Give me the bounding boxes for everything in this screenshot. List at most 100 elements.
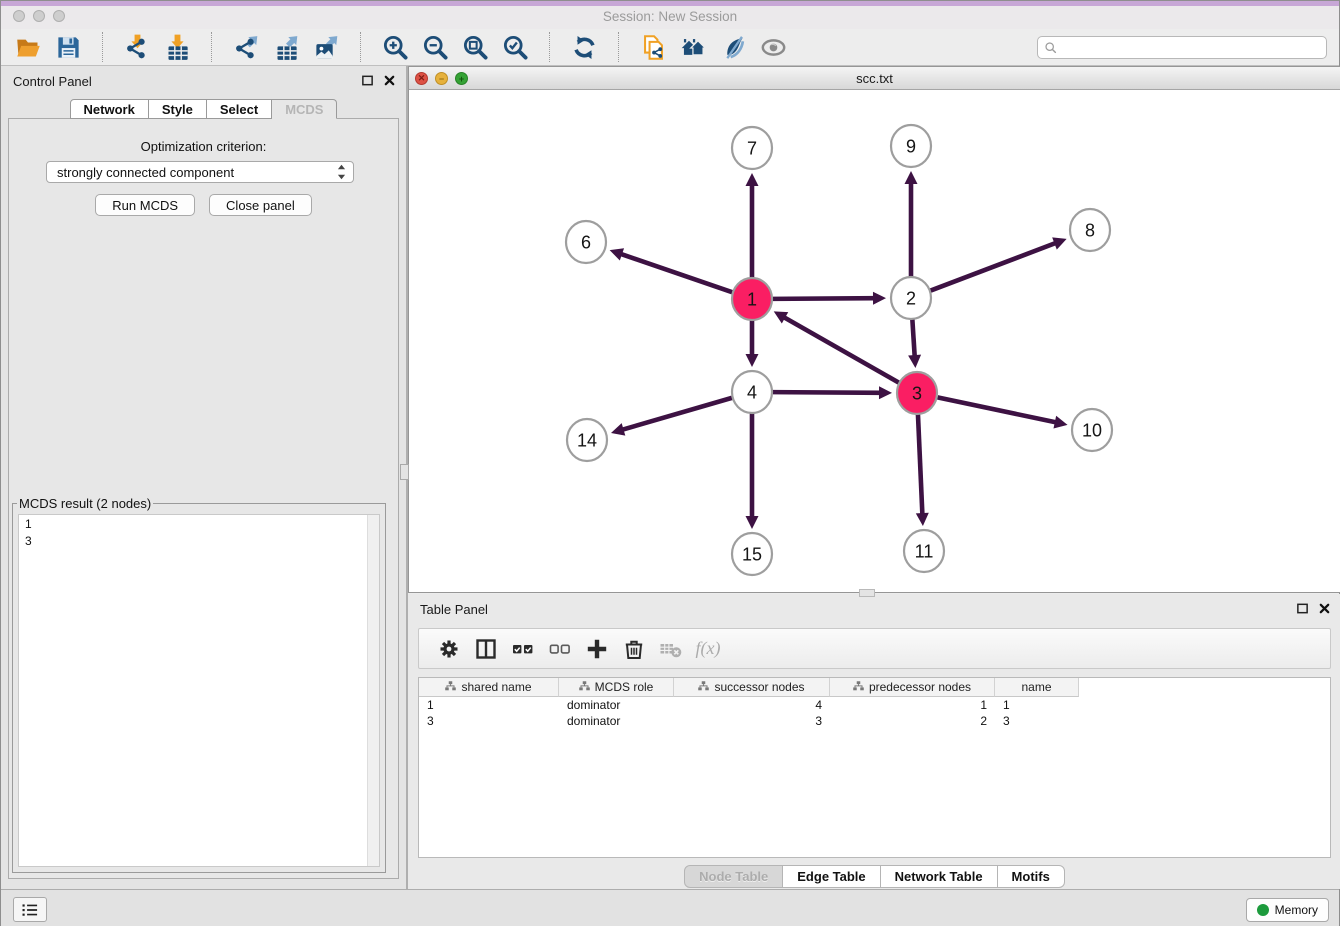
import-network-icon[interactable] [122,32,152,62]
search-box[interactable] [1037,36,1327,59]
gear-icon[interactable] [435,635,463,663]
edge-2-9[interactable] [905,171,918,277]
zoom-fit-icon[interactable] [460,32,490,62]
network-from-file-icon[interactable] [638,32,668,62]
deselect-all-checkboxes-icon[interactable] [546,635,574,663]
table-row[interactable]: 3dominator323 [419,713,1330,729]
node-1[interactable]: 1 [732,278,772,320]
hide-panels-icon[interactable] [758,32,788,62]
node-7[interactable]: 7 [732,127,772,169]
edge-1-6[interactable] [610,248,732,292]
export-table-icon[interactable] [271,32,301,62]
main-toolbar-groups [13,32,788,62]
table-cell[interactable]: 3 [419,714,559,728]
cyndex-icon[interactable] [718,32,748,62]
split-columns-icon[interactable] [472,635,500,663]
table-cell[interactable]: dominator [559,698,674,712]
node-9[interactable]: 9 [891,125,931,167]
close-panel-icon[interactable] [382,73,396,87]
zoom-in-icon[interactable] [380,32,410,62]
mcds-result-fieldset: MCDS result (2 nodes) 13 [12,496,386,873]
function-builder-icon: f(x) [694,635,722,663]
table-cell[interactable]: 4 [674,698,830,712]
zoom-out-icon[interactable] [420,32,450,62]
edge-4-14[interactable] [611,398,732,436]
toolbar-separator [549,32,550,62]
memory-button[interactable]: Memory [1246,898,1329,922]
tab-edge-table[interactable]: Edge Table [783,865,880,888]
close-panel-button[interactable]: Close panel [209,194,312,216]
node-2[interactable]: 2 [891,277,931,319]
node-10[interactable]: 10 [1072,409,1112,451]
tab-style[interactable]: Style [149,99,207,119]
edge-2-3[interactable] [908,319,921,368]
table-cell[interactable]: 3 [674,714,830,728]
toolbar-separator [211,32,212,62]
table-panel: Table Panel f(x) shared nameMCDS rolesuc… [408,594,1340,889]
edge-4-3[interactable] [773,386,892,399]
export-network-icon[interactable] [231,32,261,62]
home-icon[interactable] [678,32,708,62]
task-history-button[interactable] [13,897,47,922]
column-header-predecessor-nodes[interactable]: predecessor nodes [830,678,995,697]
add-column-icon[interactable] [583,635,611,663]
tab-node-table[interactable]: Node Table [684,865,783,888]
table-cell[interactable]: 2 [830,714,995,728]
network-canvas-svg[interactable]: 7 9 6 8 1 2 4 3 14 10 15 11 [409,90,1340,592]
table-cell[interactable]: 3 [995,714,1079,728]
edge-4-15[interactable] [746,413,759,529]
edge-1-7[interactable] [746,173,759,278]
tab-network[interactable]: Network [70,99,149,119]
node-15[interactable]: 15 [732,533,772,575]
import-table-icon[interactable] [162,32,192,62]
tab-motifs[interactable]: Motifs [998,865,1065,888]
export-image-icon[interactable] [311,32,341,62]
column-header-name[interactable]: name [995,678,1079,697]
mcds-result-box[interactable]: 13 [18,514,380,867]
network-window-title: scc.txt [409,71,1340,86]
refresh-network-icon[interactable] [569,32,599,62]
criterion-dropdown[interactable]: strongly connected component [46,161,354,183]
tab-network-table[interactable]: Network Table [881,865,998,888]
mcds-result-lines: 13 [19,515,367,866]
panel-splitter-vertical-handle[interactable] [400,464,409,480]
node-4[interactable]: 4 [732,371,772,413]
node-table: shared nameMCDS role successor nodes prede… [418,677,1331,858]
node-label: 9 [906,136,916,156]
node-14[interactable]: 14 [567,419,607,461]
edge-3-11[interactable] [916,414,929,526]
column-header-shared-name[interactable]: shared name [419,678,559,697]
tab-mcds[interactable]: MCDS [272,99,337,119]
zoom-selected-icon[interactable] [500,32,530,62]
edge-3-10[interactable] [938,397,1068,428]
float-panel-icon[interactable] [1295,601,1309,615]
table-row[interactable]: 1dominator411 [419,697,1330,713]
table-cell[interactable]: dominator [559,714,674,728]
node-11[interactable]: 11 [904,530,944,572]
edge-1-2[interactable] [773,292,886,305]
table-cell[interactable]: 1 [995,698,1079,712]
network-window-titlebar[interactable]: ✕ − + scc.txt [409,67,1340,90]
select-all-checkboxes-icon[interactable] [509,635,537,663]
node-3[interactable]: 3 [897,372,937,414]
node-8[interactable]: 8 [1070,209,1110,251]
edge-2-8[interactable] [931,237,1067,290]
column-header-label: successor nodes [714,680,804,694]
tab-select[interactable]: Select [207,99,272,119]
search-input[interactable] [1058,40,1320,55]
close-panel-icon[interactable] [1317,601,1331,615]
node-6[interactable]: 6 [566,221,606,263]
run-mcds-button[interactable]: Run MCDS [95,194,195,216]
edge-1-4[interactable] [746,320,759,367]
table-cell[interactable]: 1 [419,698,559,712]
delete-column-icon[interactable] [620,635,648,663]
column-header-MCDS-role[interactable]: MCDS role [559,678,674,697]
column-header-successor-nodes[interactable]: successor nodes [674,678,830,697]
panel-splitter-horizontal-handle[interactable] [859,589,875,597]
edge-3-1[interactable] [774,311,899,382]
mcds-result-scrollbar[interactable] [367,515,379,866]
table-cell[interactable]: 1 [830,698,995,712]
save-session-icon[interactable] [53,32,83,62]
float-panel-icon[interactable] [360,73,374,87]
open-file-icon[interactable] [13,32,43,62]
